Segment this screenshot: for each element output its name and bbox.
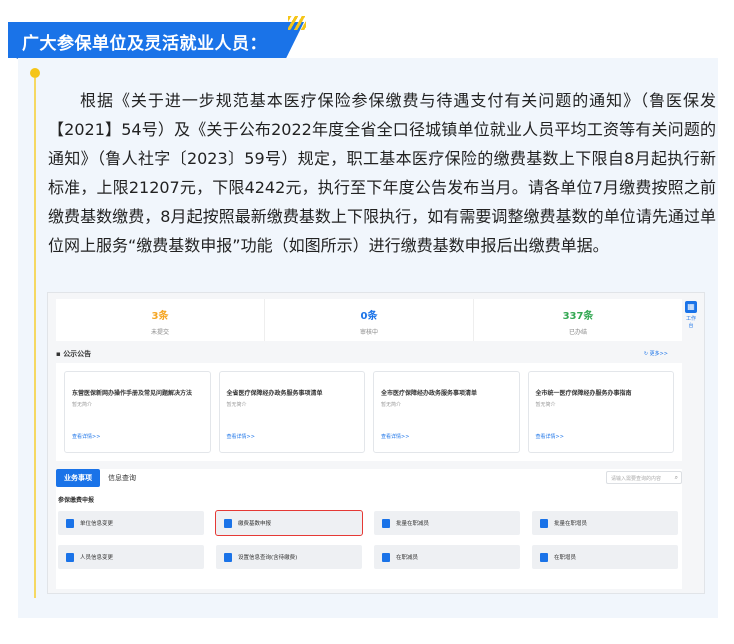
page-title: 广大参保单位及灵活就业人员： xyxy=(22,34,267,54)
article-paragraph: 根据《关于进一步规范基本医疗保险参保缴费与待遇支付有关问题的通知》（鲁医保发【2… xyxy=(48,91,716,255)
notice-list: 东营医保新网办操作手册及常见问题解决方法 暂无简介 查看详情>> 全省医疗保障经… xyxy=(56,363,682,461)
notice-card-link[interactable]: 查看详情>> xyxy=(72,433,100,440)
search-input[interactable]: 请输入需要查询的内容 ⌕ xyxy=(606,471,682,484)
notice-card-link[interactable]: 查看详情>> xyxy=(536,433,564,440)
notice-card-title: 东营医保新网办操作手册及常见问题解决方法 xyxy=(72,390,193,397)
search-placeholder: 请输入需要查询的内容 xyxy=(611,476,662,482)
notice-card-sub: 暂无简介 xyxy=(226,402,247,408)
notice-card-sub: 暂无简介 xyxy=(535,402,556,408)
service-label: 在职增员 xyxy=(554,555,577,561)
service-label: 批量在职减员 xyxy=(396,521,430,527)
notice-card-link[interactable]: 查看详情>> xyxy=(381,433,409,440)
more-label: 更多>> xyxy=(649,351,668,357)
service-item[interactable]: 批量在职增员 xyxy=(532,511,678,535)
service-item[interactable]: 人员信息变更 xyxy=(58,545,204,569)
stat-label: 审核中 xyxy=(359,329,378,336)
notice-card-title: 全市医疗保障经办政务服务事项清单 xyxy=(381,390,478,397)
notice-card-sub: 暂无简介 xyxy=(72,402,93,408)
stat-label: 已办结 xyxy=(568,329,587,336)
stat-value: 0条 xyxy=(360,311,378,322)
tab-info-query[interactable]: 信息查询 xyxy=(100,469,144,487)
document-icon xyxy=(382,552,390,562)
notice-card-title: 全市统一医疗保障经办服务办事指南 xyxy=(535,390,632,397)
grid-icon: ▦ xyxy=(685,301,697,313)
service-item-highlighted[interactable]: 缴费基数申报 xyxy=(215,510,363,536)
notice-card-link[interactable]: 查看详情>> xyxy=(227,433,255,440)
document-icon xyxy=(66,552,74,562)
service-item[interactable]: 批量在职减员 xyxy=(374,511,520,535)
notice-card[interactable]: 全市统一医疗保障经办服务办事指南 暂无简介 查看详情>> xyxy=(527,371,674,453)
stats-bar: 3条 未提交 0条 审核中 337条 已办结 xyxy=(56,299,682,341)
timeline-line xyxy=(34,78,36,598)
tab-bar: 业务事项 信息查询 xyxy=(56,469,144,487)
document-icon xyxy=(224,518,232,528)
business-panel: 业务事项 信息查询 请输入需要查询的内容 ⌕ 参保缴费申报 单位信息变更 缴费基… xyxy=(56,469,682,589)
banner-decoration xyxy=(288,16,306,30)
notice-card[interactable]: 东营医保新网办操作手册及常见问题解决方法 暂无简介 查看详情>> xyxy=(64,371,211,453)
workbench-label: 工作台 xyxy=(685,316,696,329)
service-label: 人员信息变更 xyxy=(80,555,114,561)
stat-label: 未提交 xyxy=(150,329,169,336)
document-icon xyxy=(66,518,74,528)
embedded-screenshot: 3条 未提交 0条 审核中 337条 已办结 ▦ 工作台 ▪ 公示公告 ↻ 更多… xyxy=(47,292,705,594)
document-icon xyxy=(540,552,548,562)
stat-reviewing[interactable]: 0条 审核中 xyxy=(265,299,474,341)
search-icon[interactable]: ⌕ xyxy=(675,474,678,482)
document-icon xyxy=(382,518,390,528)
group-title: 参保缴费申报 xyxy=(58,497,95,504)
timeline-dot xyxy=(30,68,40,78)
notice-title: 公示公告 xyxy=(63,350,92,358)
notice-more-link[interactable]: ↻ 更多>> xyxy=(644,350,668,357)
service-label: 单位信息变更 xyxy=(80,521,114,527)
service-item[interactable]: 设置信息查询(含待缴费) xyxy=(216,545,362,569)
notice-card-title: 全省医疗保障经办政务服务事项清单 xyxy=(226,390,323,397)
stat-completed[interactable]: 337条 已办结 xyxy=(474,299,682,341)
notice-card-sub: 暂无简介 xyxy=(381,402,402,408)
notice-card[interactable]: 全省医疗保障经办政务服务事项清单 暂无简介 查看详情>> xyxy=(218,371,365,453)
service-item[interactable]: 在职增员 xyxy=(532,545,678,569)
service-label: 设置信息查询(含待缴费) xyxy=(238,555,298,561)
stat-value: 337条 xyxy=(562,311,594,322)
service-item[interactable]: 单位信息变更 xyxy=(58,511,204,535)
tab-business[interactable]: 业务事项 xyxy=(56,469,100,487)
service-label: 批量在职增员 xyxy=(554,521,588,527)
notice-heading: ▪ 公示公告 xyxy=(56,350,92,358)
document-icon xyxy=(540,518,548,528)
workbench-button[interactable]: ▦ 工作台 xyxy=(684,301,698,329)
stat-pending[interactable]: 3条 未提交 xyxy=(56,299,265,341)
service-label: 在职减员 xyxy=(396,555,419,561)
service-label: 缴费基数申报 xyxy=(238,521,272,527)
stat-value: 3条 xyxy=(151,311,169,322)
service-item[interactable]: 在职减员 xyxy=(374,545,520,569)
service-grid: 单位信息变更 缴费基数申报 批量在职减员 批量在职增员 人员信息变更 设置信息查… xyxy=(58,510,678,569)
notice-card[interactable]: 全市医疗保障经办政务服务事项清单 暂无简介 查看详情>> xyxy=(373,371,520,453)
document-icon xyxy=(224,552,232,562)
